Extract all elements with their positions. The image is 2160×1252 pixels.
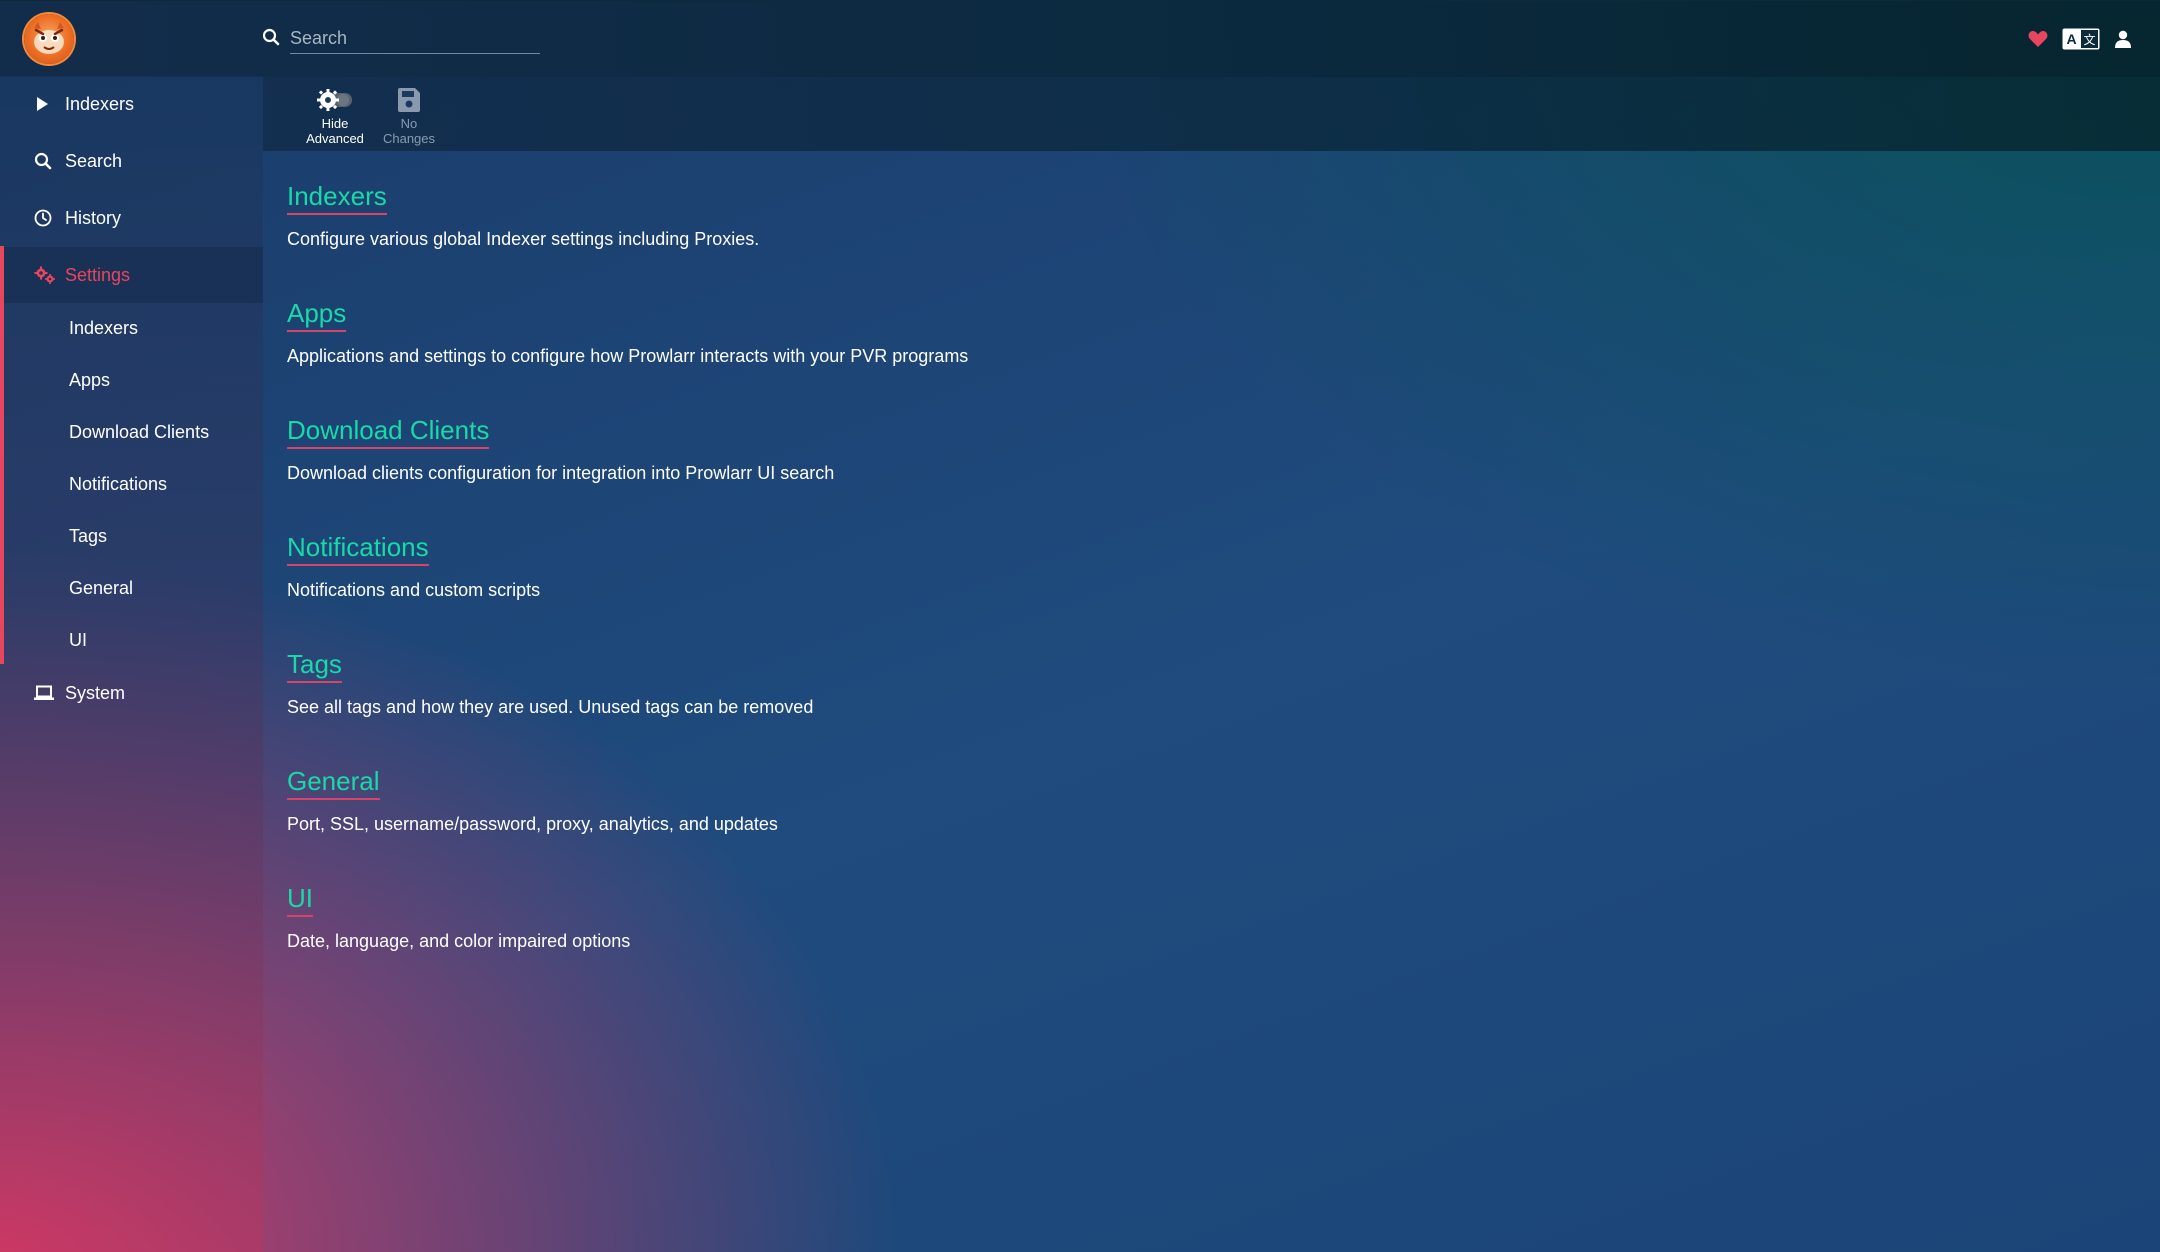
save-icon [397,84,421,116]
sidebar-subitem-general[interactable]: General [0,562,263,614]
settings-section-apps: Apps Applications and settings to config… [287,297,968,367]
sidebar-subitem-label: Apps [69,369,111,390]
section-description: Download clients configuration for integ… [287,463,835,483]
sidebar-item-history[interactable]: History [0,190,263,246]
sidebar-subitem-apps[interactable]: Apps [0,354,263,406]
top-header: A 文 [0,0,2160,77]
search-icon [262,28,280,51]
section-description: Configure various global Indexer setting… [287,229,760,249]
label-line: Changes [382,131,436,146]
sidebar-subitem-notifications[interactable]: Notifications [0,458,263,510]
no-changes-label: No Changes [383,116,435,146]
sidebar-subitem-label: Download Clients [69,421,210,442]
settings-section-ui: UI Date, language, and color impaired op… [287,882,630,952]
sidebar-subitem-download-clients[interactable]: Download Clients [0,406,263,458]
section-description: Date, language, and color impaired optio… [287,931,631,951]
sidebar-subitem-ui[interactable]: UI [0,614,263,666]
sidebar-item-indexers[interactable]: Indexers [0,76,263,132]
section-link-indexers[interactable]: Indexers [287,180,387,215]
section-description: Applications and settings to configure h… [287,346,969,366]
settings-section-notifications: Notifications Notifications and custom s… [287,531,540,601]
label-line: No [400,116,418,131]
save-button[interactable]: No Changes [374,84,444,146]
section-description: See all tags and how they are used. Unus… [287,697,814,717]
heart-icon[interactable] [2028,30,2048,48]
label-line: Advanced [306,131,364,146]
search-input[interactable] [290,23,540,54]
section-description: Notifications and custom scripts [287,580,541,600]
sidebar-item-label: Search [65,150,123,171]
header-actions: A 文 [2028,25,2132,53]
sidebar-item-label: System [65,682,126,703]
settings-section-general: General Port, SSL, username/password, pr… [287,765,778,835]
page-toolbar: Hide Advanced No Changes [263,76,2160,151]
sidebar-subitem-label: General [69,577,134,598]
search-icon [34,152,52,170]
sidebar-item-label: Indexers [65,93,135,114]
translate-icon[interactable]: A 文 [2062,28,2100,50]
user-icon[interactable] [2114,30,2132,48]
settings-section-indexers: Indexers Configure various global Indexe… [287,180,759,250]
sidebar: Indexers Search History Settings Indexer… [0,76,263,1252]
sidebar-item-label: Settings [65,264,131,285]
svg-text:文: 文 [2083,32,2095,47]
clock-icon [34,209,52,227]
sidebar-subitem-label: Indexers [69,317,139,338]
section-link-ui[interactable]: UI [287,882,313,917]
advanced-toggle-icon [316,84,354,116]
section-link-apps[interactable]: Apps [287,297,347,332]
sidebar-subitem-label: Notifications [69,473,168,494]
label-line: Hide [321,116,349,131]
prowlarr-logo[interactable] [24,14,74,64]
settings-section-download-clients: Download Clients Download clients config… [287,414,834,484]
laptop-icon [34,685,54,701]
sidebar-subitem-indexers[interactable]: Indexers [0,302,263,354]
section-link-general[interactable]: General [287,765,380,800]
play-icon [34,96,50,112]
section-link-tags[interactable]: Tags [287,648,342,683]
cogs-icon [34,266,56,284]
hide-advanced-label: Hide Advanced [306,116,364,146]
sidebar-item-label: History [65,207,122,228]
header-search [262,23,540,55]
sidebar-item-search[interactable]: Search [0,133,263,189]
logo-face-icon [34,22,64,54]
sidebar-subitem-label: UI [69,629,87,650]
section-description: Port, SSL, username/password, proxy, ana… [287,814,778,834]
section-link-notifications[interactable]: Notifications [287,531,429,566]
sidebar-subitem-tags[interactable]: Tags [0,510,263,562]
sidebar-item-system[interactable]: System [0,665,263,721]
sidebar-item-settings[interactable]: Settings [0,247,263,303]
sidebar-subitem-label: Tags [69,525,108,546]
hide-advanced-button[interactable]: Hide Advanced [300,84,370,146]
settings-section-tags: Tags See all tags and how they are used.… [287,648,813,718]
section-link-download-clients[interactable]: Download Clients [287,414,490,449]
svg-text:A: A [2066,31,2076,47]
